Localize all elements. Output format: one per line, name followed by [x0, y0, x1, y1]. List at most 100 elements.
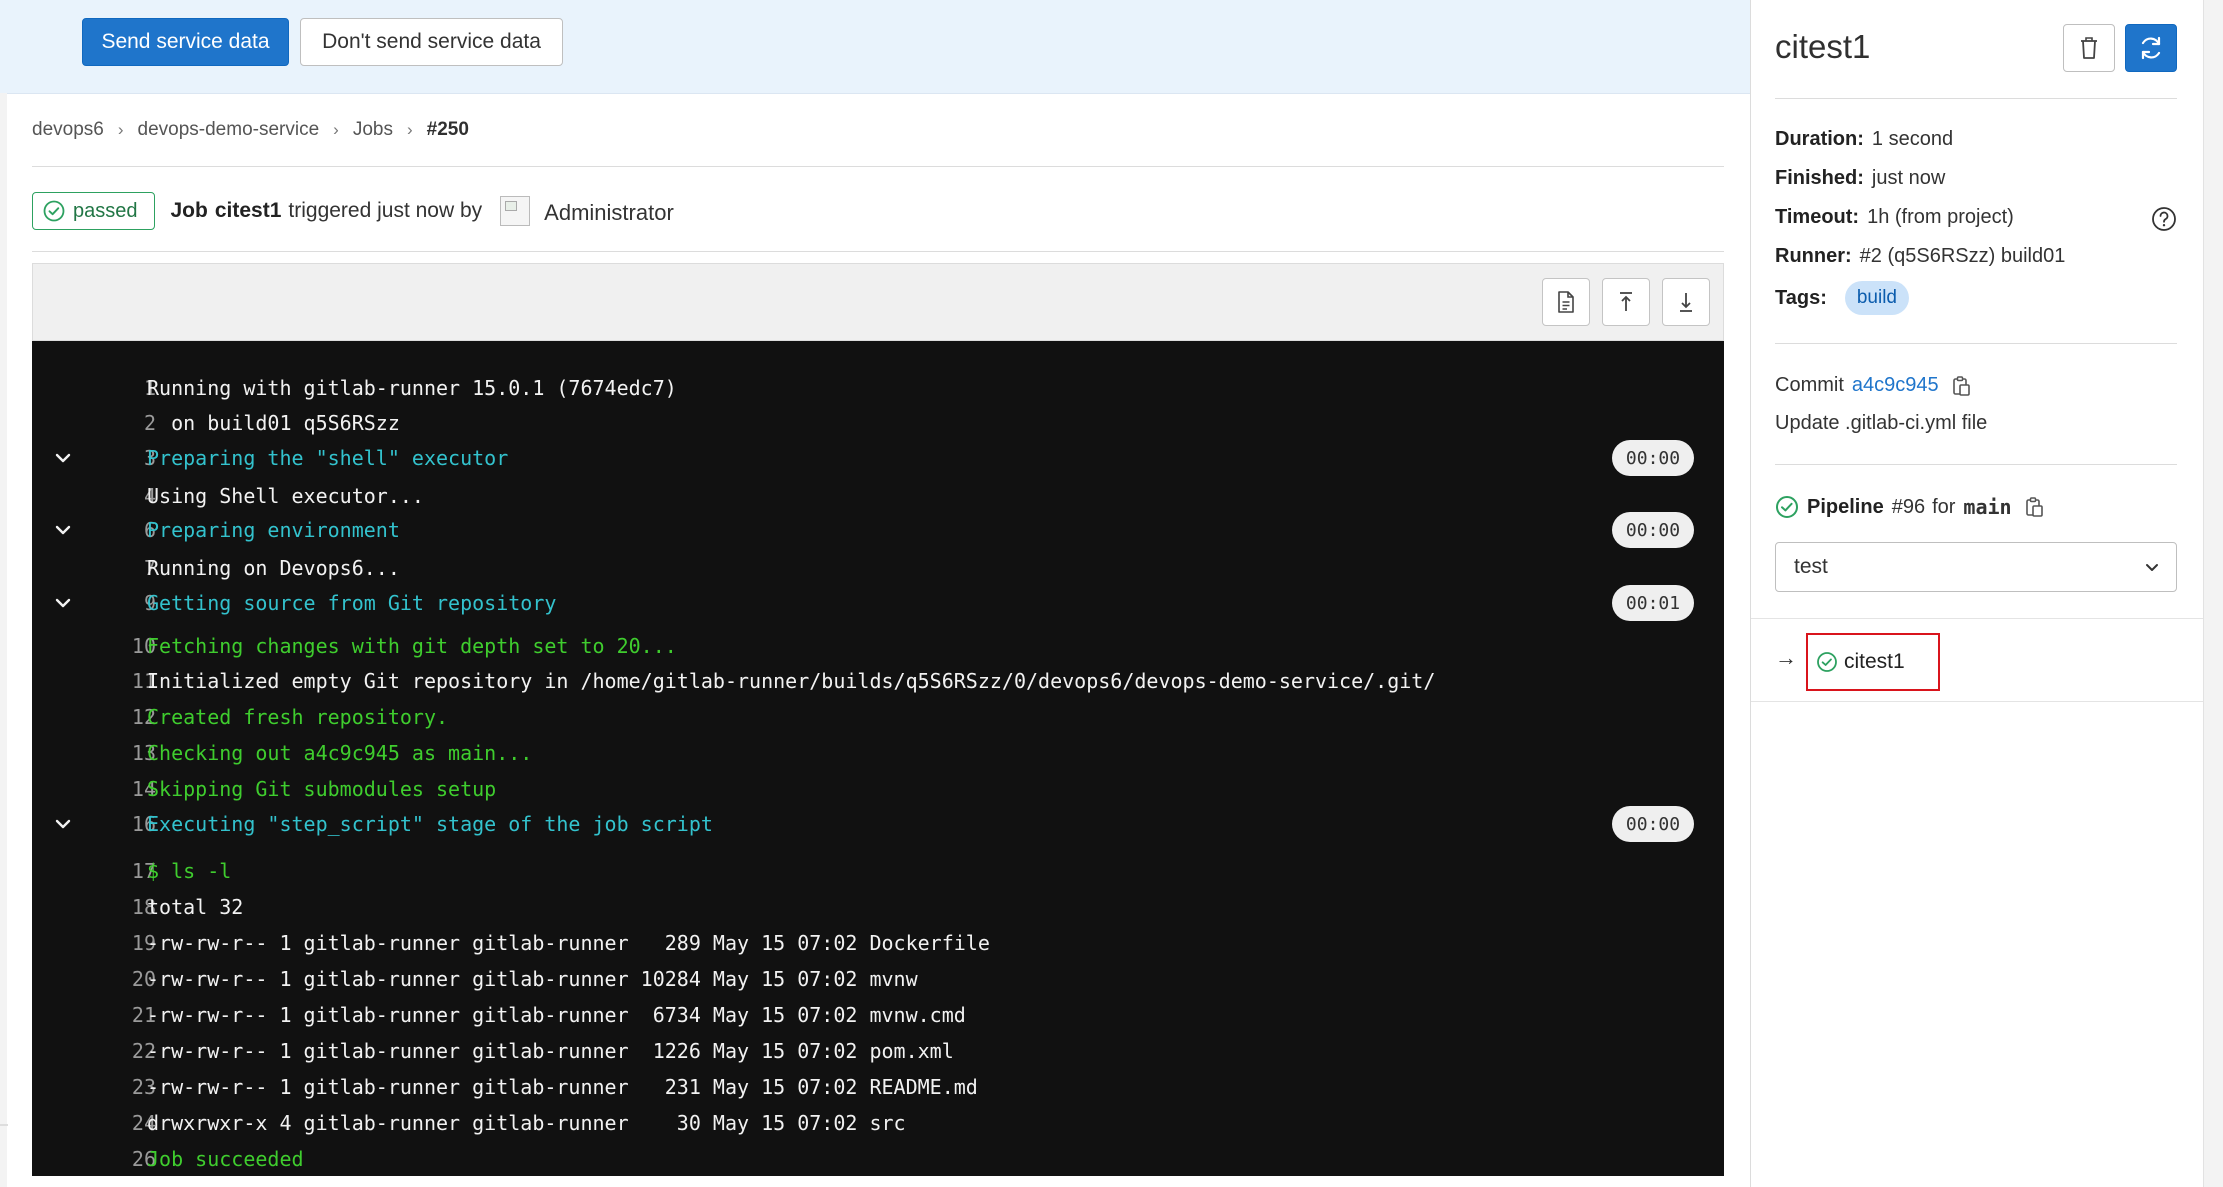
retry-job-button[interactable]: [2125, 24, 2177, 72]
log-line: 14 Skipping Git submodules setup: [32, 773, 1724, 805]
log-line-text: Fetching changes with git depth set to 2…: [147, 634, 677, 658]
job-list-item-label: citest1: [1844, 650, 1905, 673]
commit-sha-link[interactable]: a4c9c945: [1852, 374, 1939, 397]
breadcrumb-item-jobs[interactable]: Jobs: [353, 119, 393, 141]
log-section-header[interactable]: 3 Preparing the "shell" executor 00:00: [32, 440, 1724, 476]
finished-row: Finished: just now: [1775, 167, 1945, 190]
job-user[interactable]: Administrator: [544, 200, 674, 226]
page-scrollbar[interactable]: [2203, 0, 2223, 1187]
scroll-bottom-icon: [1680, 293, 1692, 312]
log-line-text: Job succeeded: [147, 1147, 304, 1171]
send-service-data-button[interactable]: Send service data: [82, 18, 289, 66]
log-line-text: Checking out a4c9c945 as main...: [147, 741, 533, 765]
section-duration-badge: 00:00: [1612, 806, 1694, 842]
log-line-text: Created fresh repository.: [147, 705, 449, 729]
pipeline-ref[interactable]: main: [1963, 495, 2011, 519]
copy-ref-button[interactable]: [2024, 496, 2044, 518]
job-triggered-text: triggered just now by: [288, 199, 483, 222]
log-section-header[interactable]: 9 Getting source from Git repository 00:01: [32, 585, 1724, 621]
status-success-icon: [1817, 652, 1837, 672]
status-success-icon: [43, 200, 65, 222]
stage-dropdown[interactable]: test: [1775, 542, 2177, 592]
commit-row: Commit a4c9c945: [1775, 374, 1971, 397]
log-line: 1 Running with gitlab-runner 15.0.1 (7674…: [32, 372, 1724, 404]
dont-send-service-data-button[interactable]: Don't send service data: [300, 18, 563, 66]
breadcrumb-item-group[interactable]: devops6: [32, 119, 104, 141]
log-line-text: Initialized empty Git repository in /hom…: [147, 669, 1436, 693]
divider: [1775, 98, 2177, 99]
breadcrumb: devops6 › devops-demo-service › Jobs › #…: [32, 115, 469, 145]
duration-value: 1 second: [1871, 128, 1954, 150]
log-line-text: total 32: [147, 895, 244, 919]
scroll-to-bottom-button[interactable]: [1662, 278, 1710, 326]
log-line-text: -rw-rw-r-- 1 gitlab-runner gitlab-runner…: [147, 931, 990, 955]
runner-value[interactable]: #2 (q5S6RSzz) build01: [1860, 245, 2066, 268]
scroll-to-top-button[interactable]: [1602, 278, 1650, 326]
log-line: 21 -rw-rw-r-- 1 gitlab-runner gitlab-runn…: [32, 999, 1724, 1031]
pipeline-link[interactable]: #96: [1892, 496, 1925, 519]
job-header: passed Job citest1 triggered just now by…: [32, 190, 674, 232]
log-section-header[interactable]: 16 Executing "step_script" stage of the j…: [32, 806, 1724, 842]
log-line-text: Getting source from Git repository: [147, 591, 557, 615]
status-text: passed: [73, 199, 138, 222]
chevron-down-icon[interactable]: [52, 519, 74, 541]
job-list-item-current[interactable]: citest1: [1806, 633, 1940, 691]
left-edge-strip: [0, 93, 7, 1187]
log-line: 20 -rw-rw-r-- 1 gitlab-runner gitlab-runn…: [32, 963, 1724, 995]
timeout-value: 1h (from project): [1867, 206, 2014, 228]
log-line: 19 -rw-rw-r-- 1 gitlab-runner gitlab-runn…: [32, 927, 1724, 959]
erase-job-button[interactable]: [2063, 24, 2115, 72]
service-data-banner: Send service data Don't send service dat…: [0, 0, 1750, 94]
divider: [1775, 464, 2177, 465]
log-line: 17 $ ls -l: [32, 855, 1724, 887]
log-line: 23 -rw-rw-r-- 1 gitlab-runner gitlab-runn…: [32, 1071, 1724, 1103]
log-line: 4 Using Shell executor...: [32, 480, 1724, 512]
log-section-header[interactable]: 6 Preparing environment 00:00: [32, 512, 1724, 548]
question-icon[interactable]: [2151, 206, 2177, 232]
divider: [32, 166, 1724, 167]
chevron-down-icon[interactable]: [52, 813, 74, 835]
chevron-down-icon[interactable]: [52, 592, 74, 614]
log-line: 26 Job succeeded: [32, 1143, 1724, 1175]
section-duration-badge: 00:00: [1612, 440, 1694, 476]
log-line-text: -rw-rw-r-- 1 gitlab-runner gitlab-runner…: [147, 1039, 954, 1063]
job-sidebar: citest1 Duration: 1 second Finished: jus…: [1750, 0, 2203, 1187]
sidebar-job-title: citest1: [1775, 28, 1871, 65]
section-duration-badge: 00:01: [1612, 585, 1694, 621]
chevron-right-icon: ›: [406, 120, 413, 139]
divider: [32, 251, 1724, 252]
divider: [1775, 343, 2177, 344]
log-line: 12 Created fresh repository.: [32, 701, 1724, 733]
job-title-prefix: Job: [170, 199, 208, 222]
pipeline-status-success-icon: [1776, 496, 1798, 518]
status-badge[interactable]: passed: [32, 192, 155, 230]
job-name: citest1: [214, 199, 282, 222]
log-line: 18 total 32: [32, 891, 1724, 923]
stage-jobs-list: → citest1: [1751, 618, 2203, 702]
log-line-text: -rw-rw-r-- 1 gitlab-runner gitlab-runner…: [147, 967, 918, 991]
job-log: 1 Running with gitlab-runner 15.0.1 (7674…: [32, 341, 1724, 1176]
log-line: 7 Running on Devops6...: [32, 552, 1724, 584]
retry-icon: [2141, 36, 2161, 60]
log-line-text: Preparing environment: [147, 518, 400, 542]
timeout-row: Timeout: 1h (from project): [1775, 206, 2014, 229]
finished-label: Finished:: [1775, 167, 1864, 189]
duration-row: Duration: 1 second: [1775, 128, 1953, 151]
log-line-text: on build01 q5S6RSzz: [147, 411, 400, 435]
breadcrumb-item-project[interactable]: devops-demo-service: [138, 119, 320, 141]
log-line: 10 Fetching changes with git depth set to…: [32, 630, 1724, 662]
copy-commit-button[interactable]: [1951, 375, 1971, 397]
duration-label: Duration:: [1775, 128, 1864, 150]
breadcrumb-item-current[interactable]: #250: [427, 119, 469, 141]
pipeline-row: Pipeline #96 for main: [1775, 495, 2044, 519]
log-line-text: -rw-rw-r-- 1 gitlab-runner gitlab-runner…: [147, 1075, 978, 1099]
avatar[interactable]: [500, 196, 531, 226]
show-raw-button[interactable]: [1542, 278, 1590, 326]
finished-value: just now: [1871, 167, 1946, 189]
log-line-text: Preparing the "shell" executor: [147, 446, 509, 470]
log-line-text: -rw-rw-r-- 1 gitlab-runner gitlab-runner…: [147, 1003, 966, 1027]
chevron-down-icon[interactable]: [52, 447, 74, 469]
decorative-mark: [0, 1124, 8, 1126]
copy-icon: [1952, 375, 1970, 396]
chevron-right-icon: ›: [333, 120, 339, 139]
